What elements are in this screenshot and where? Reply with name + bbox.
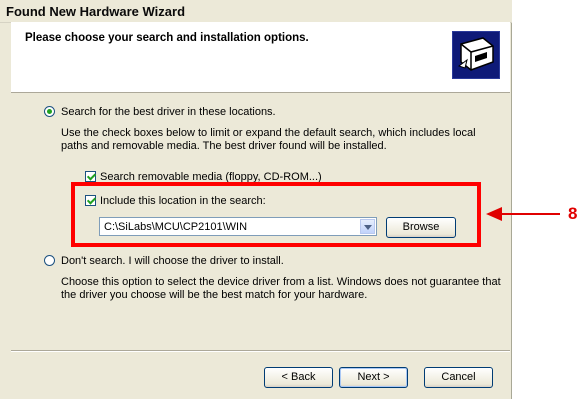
- dont-search-description: Choose this option to select the device …: [61, 276, 501, 301]
- highlight-box: [71, 182, 481, 247]
- title-bar[interactable]: Found New Hardware Wizard: [0, 0, 512, 23]
- removable-media-checkbox[interactable]: [85, 171, 96, 182]
- wizard-header: Please choose your search and installati…: [11, 22, 510, 93]
- hardware-wizard-icon: [452, 31, 500, 79]
- search-description: Use the check boxes below to limit or ex…: [61, 127, 476, 152]
- callout-line: [500, 213, 560, 215]
- page-heading: Please choose your search and installati…: [25, 32, 309, 44]
- cancel-button[interactable]: Cancel: [424, 367, 493, 388]
- callout-number: 8: [568, 204, 578, 223]
- search-radio[interactable]: [44, 106, 55, 117]
- footer-divider: [11, 350, 510, 352]
- search-radio-label: Search for the best driver in these loca…: [61, 106, 276, 118]
- back-button[interactable]: < Back: [264, 367, 333, 388]
- dont-search-radio[interactable]: [44, 255, 55, 266]
- dont-search-radio-label: Don't search. I will choose the driver t…: [61, 255, 284, 267]
- next-button[interactable]: Next >: [339, 367, 408, 388]
- window-title: Found New Hardware Wizard: [6, 4, 186, 19]
